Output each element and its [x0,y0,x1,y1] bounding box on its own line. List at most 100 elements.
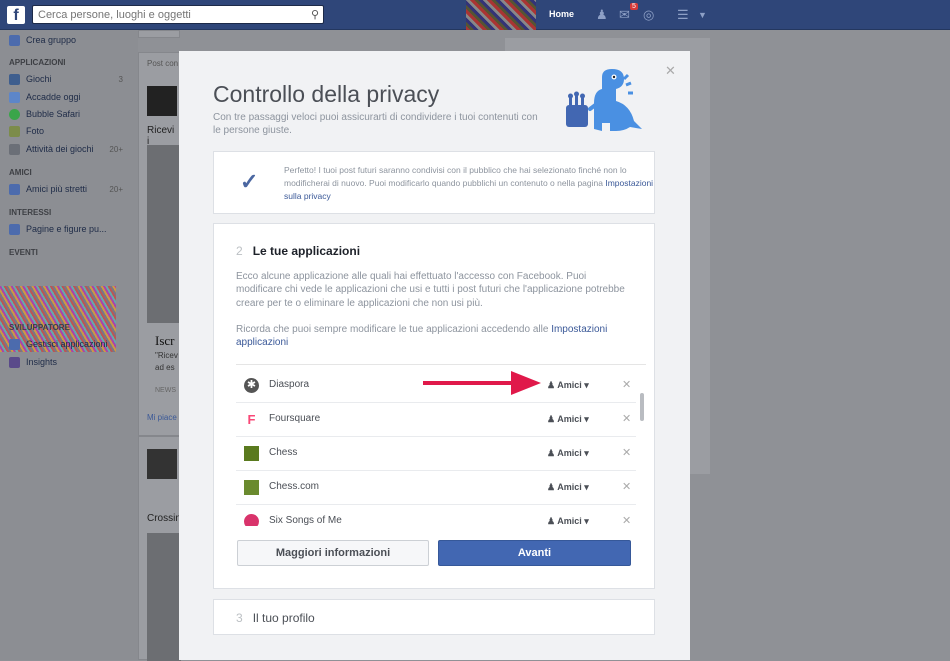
chevron-down-icon: ▾ [584,516,589,526]
dialog-subtitle: Con tre passaggi veloci puoi assicurarti… [213,112,538,136]
sidebar-item-label: Insights [26,357,58,367]
sidebar-item-label: Foto [26,126,45,136]
sidebar-section-events: EVENTI [9,248,38,257]
post-avatar [147,449,177,479]
feed-card: Post con Ricevi i Iscr "Ricev ad es NEWS… [138,52,181,436]
feed-card: Crossin [138,436,181,661]
friend-requests-icon[interactable]: ♟ [596,7,608,23]
audience-label: Amici [557,448,582,458]
close-icon[interactable]: ✕ [665,63,676,79]
sidebar-item-label: Amici più stretti [26,184,88,194]
sidebar-item-close-friends[interactable]: Amici più stretti 20+ [9,181,129,197]
search-icon[interactable]: ⚲ [311,8,319,21]
friends-icon: ♟ [547,448,556,458]
sidebar-section-friends: AMICI [9,168,32,177]
audience-label: Amici [557,414,582,424]
sidebar-item-on-this-day[interactable]: Accadde oggi [9,89,129,105]
app-row-diaspora: ✱ Diaspora ♟ Amici ▾ ✕ [236,369,636,403]
sidebar-section-interests: INTERESSI [9,208,52,217]
account-menu-chevron-icon[interactable]: ▼ [698,10,707,20]
close-friends-icon [9,183,20,195]
feed-card [138,30,180,38]
step-3-profile[interactable]: 3 Il tuo profilo [213,599,655,635]
chevron-down-icon: ▾ [584,380,589,390]
app-row-foursquare: F Foursquare ♟ Amici ▾ ✕ [236,403,636,437]
dialog-title: Controllo della privacy [213,81,440,107]
sidebar-item-count: 20+ [109,144,123,154]
like-link[interactable]: Mi piace [147,413,177,422]
step-1-body: Perfetto! I tuoi post futuri saranno con… [284,165,627,188]
sidebar-item-photos[interactable]: Foto [9,123,129,139]
checkmark-icon: ✓ [240,169,259,194]
manage-apps-icon [9,338,20,350]
feed-image [147,145,181,323]
games-icon [9,73,20,85]
feed-image [147,533,181,661]
step-3-heading: 3 Il tuo profilo [236,611,315,625]
step-2-note: Ricorda che puoi sempre modificare le tu… [236,323,631,350]
remove-app-icon[interactable]: ✕ [622,378,631,391]
more-info-button[interactable]: Maggiori informazioni [237,540,429,566]
audience-selector[interactable]: ♟ Amici ▾ [547,448,589,459]
photos-icon [9,125,20,137]
sidebar-section-developer: SVILUPPATORE [9,323,70,332]
foursquare-icon: F [247,412,256,427]
sidebar-item-game-activity[interactable]: Attività dei giochi 20+ [9,141,129,157]
remove-app-icon[interactable]: ✕ [622,446,631,459]
search-input[interactable] [33,6,298,23]
audience-label: Amici [557,482,582,492]
privacy-dinosaur-icon [566,69,642,131]
remove-app-icon[interactable]: ✕ [622,514,631,526]
apps-list[interactable]: ✱ Diaspora ♟ Amici ▾ ✕ F Foursquare ♟ Am… [236,364,646,526]
audience-label: Amici [557,516,582,526]
audience-selector[interactable]: ♟ Amici ▾ [547,380,589,391]
app-name: Diaspora [269,379,310,390]
feed-headline: Iscr [155,333,175,348]
chess-com-icon [244,480,259,495]
sidebar-item-pages-public-figures[interactable]: Pagine e figure pu... [9,221,129,237]
right-column-edge [690,38,710,474]
audience-selector[interactable]: ♟ Amici ▾ [547,414,589,425]
step-number: 2 [236,244,243,258]
next-button[interactable]: Avanti [438,540,631,566]
diaspora-icon: ✱ [244,378,259,393]
audience-selector[interactable]: ♟ Amici ▾ [547,482,589,493]
home-link[interactable]: Home [549,9,574,19]
friends-icon: ♟ [547,516,556,526]
feed-quote: "Ricev [155,351,178,360]
step-title: Il tuo profilo [252,611,315,625]
list-scrollbar[interactable] [640,393,644,421]
app-name: Foursquare [269,413,321,424]
insights-icon [9,356,20,368]
feed-text: Crossin [147,513,181,524]
messages-icon[interactable]: ✉ [619,7,630,23]
feed-source: NEWS [155,387,176,394]
feed-post-label: Post con [147,59,179,68]
audience-selector[interactable]: ♟ Amici ▾ [547,516,589,526]
sidebar-item-label: Gestisci applicazioni [26,339,108,349]
privacy-shortcuts-icon[interactable]: ☰ [677,7,689,23]
create-group-icon [9,34,20,46]
step-2-apps: 2 Le tue applicazioni Ecco alcune applica… [213,223,655,589]
bubble-safari-icon [9,108,20,120]
sidebar-item-insights[interactable]: Insights [9,354,129,370]
app-row-chess: Chess ♟ Amici ▾ ✕ [236,437,636,471]
profile-avatar[interactable] [466,0,536,30]
chevron-down-icon: ▾ [584,448,589,458]
app-name: Chess.com [269,481,320,492]
sidebar-item-label: Accadde oggi [26,92,81,102]
sidebar-item-games[interactable]: Giochi 3 [9,71,129,87]
sidebar-item-create-group[interactable]: Crea gruppo [9,32,129,48]
friends-icon: ♟ [547,414,556,424]
remove-app-icon[interactable]: ✕ [622,412,631,425]
pages-icon [9,223,20,235]
remove-app-icon[interactable]: ✕ [622,480,631,493]
sidebar-item-bubble-safari[interactable]: Bubble Safari [9,106,129,122]
globe-notifications-icon[interactable]: ◎ [643,7,654,23]
step-2-description: Ecco alcune applicazione alle quali hai … [236,271,625,309]
search-box[interactable]: ⚲ [32,5,324,24]
sidebar-item-manage-apps[interactable]: Gestisci applicazioni [9,336,129,352]
facebook-logo-icon[interactable]: f [7,6,25,24]
page-avatar [147,86,177,116]
feed-quote-cont: ad es [155,363,175,372]
